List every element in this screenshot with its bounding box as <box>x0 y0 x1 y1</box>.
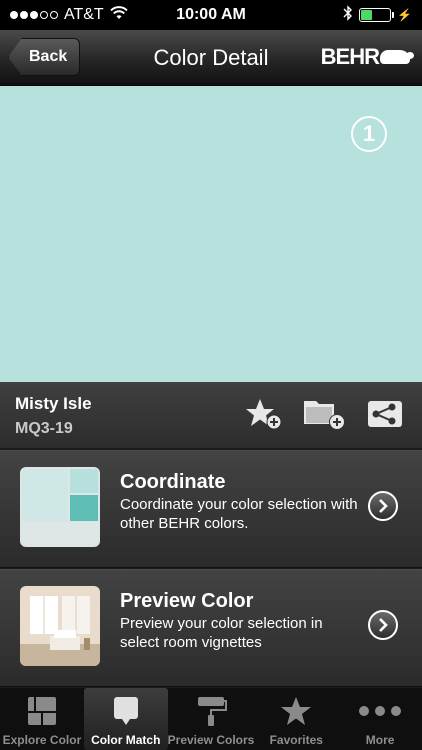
signal-dot <box>40 11 48 19</box>
carrier-name: AT&T <box>64 6 104 23</box>
color-swatch: 1 <box>0 86 422 382</box>
charging-icon: ⚡ <box>397 8 412 22</box>
explore-color-icon <box>27 694 57 728</box>
signal-dot <box>20 11 28 19</box>
tab-explore-color[interactable]: Explore Color <box>0 688 84 750</box>
share-icon <box>368 401 402 427</box>
star-icon <box>280 694 312 728</box>
add-to-folder-button[interactable] <box>302 396 348 432</box>
tab-label: Preview Colors <box>167 733 255 747</box>
preview-color-card[interactable]: Preview Color Preview your color selecti… <box>0 569 422 687</box>
color-code: MQ3-19 <box>15 420 73 437</box>
tab-preview-colors[interactable]: Preview Colors <box>167 688 255 750</box>
bear-icon <box>380 50 414 64</box>
add-favorite-button[interactable] <box>245 396 283 432</box>
coordinate-title: Coordinate <box>120 471 226 493</box>
paint-roller-icon <box>194 694 228 728</box>
folder-add-icon <box>304 401 345 430</box>
brand-name: BEHR <box>320 44 380 69</box>
wifi-icon <box>110 5 128 25</box>
tab-label: More <box>365 733 395 747</box>
signal-dot <box>10 11 18 19</box>
chevron-right-icon <box>379 499 388 513</box>
battery-level <box>361 10 373 20</box>
tab-label: Color Match <box>91 733 161 747</box>
tab-favorites[interactable]: Favorites <box>254 688 338 750</box>
tab-more[interactable]: More <box>338 688 422 750</box>
more-dots-icon <box>358 694 402 728</box>
battery-icon <box>359 8 395 22</box>
preview-color-description: Preview your color selection in select r… <box>120 615 323 651</box>
status-right: ⚡ <box>343 4 412 26</box>
status-bar: AT&T 10:00 AM ⚡ <box>0 0 422 30</box>
coordinate-thumbnail <box>20 467 100 547</box>
chevron-right-icon <box>379 618 388 632</box>
swatch-badge: 1 <box>351 116 387 152</box>
color-match-icon <box>113 694 139 728</box>
color-name: Misty Isle <box>15 394 92 413</box>
status-left: AT&T <box>10 5 128 25</box>
tab-label: Explore Color <box>2 733 82 747</box>
preview-chevron-button[interactable] <box>368 610 398 640</box>
signal-dot <box>50 11 58 19</box>
preview-color-title: Preview Color <box>120 590 254 612</box>
tab-bar: Explore Color Color Match Preview Colors… <box>0 688 422 750</box>
signal-dot <box>30 11 38 19</box>
coordinate-card[interactable]: Coordinate Coordinate your color selecti… <box>0 450 422 568</box>
room-vignette-image <box>20 586 100 666</box>
navigation-bar: Back Color Detail BEHR <box>0 30 422 86</box>
bluetooth-icon <box>343 4 353 26</box>
coordinate-description: Coordinate your color selection with oth… <box>120 496 358 532</box>
tab-color-match[interactable]: Color Match <box>83 688 168 750</box>
color-info-bar: Misty Isle MQ3-19 <box>0 382 422 448</box>
star-add-icon <box>246 399 282 430</box>
brand-logo: BEHR <box>320 44 414 70</box>
tab-label: Favorites <box>269 733 323 747</box>
share-button[interactable] <box>366 396 404 432</box>
coordinate-chevron-button[interactable] <box>368 491 398 521</box>
signal-strength-icon <box>10 11 58 19</box>
